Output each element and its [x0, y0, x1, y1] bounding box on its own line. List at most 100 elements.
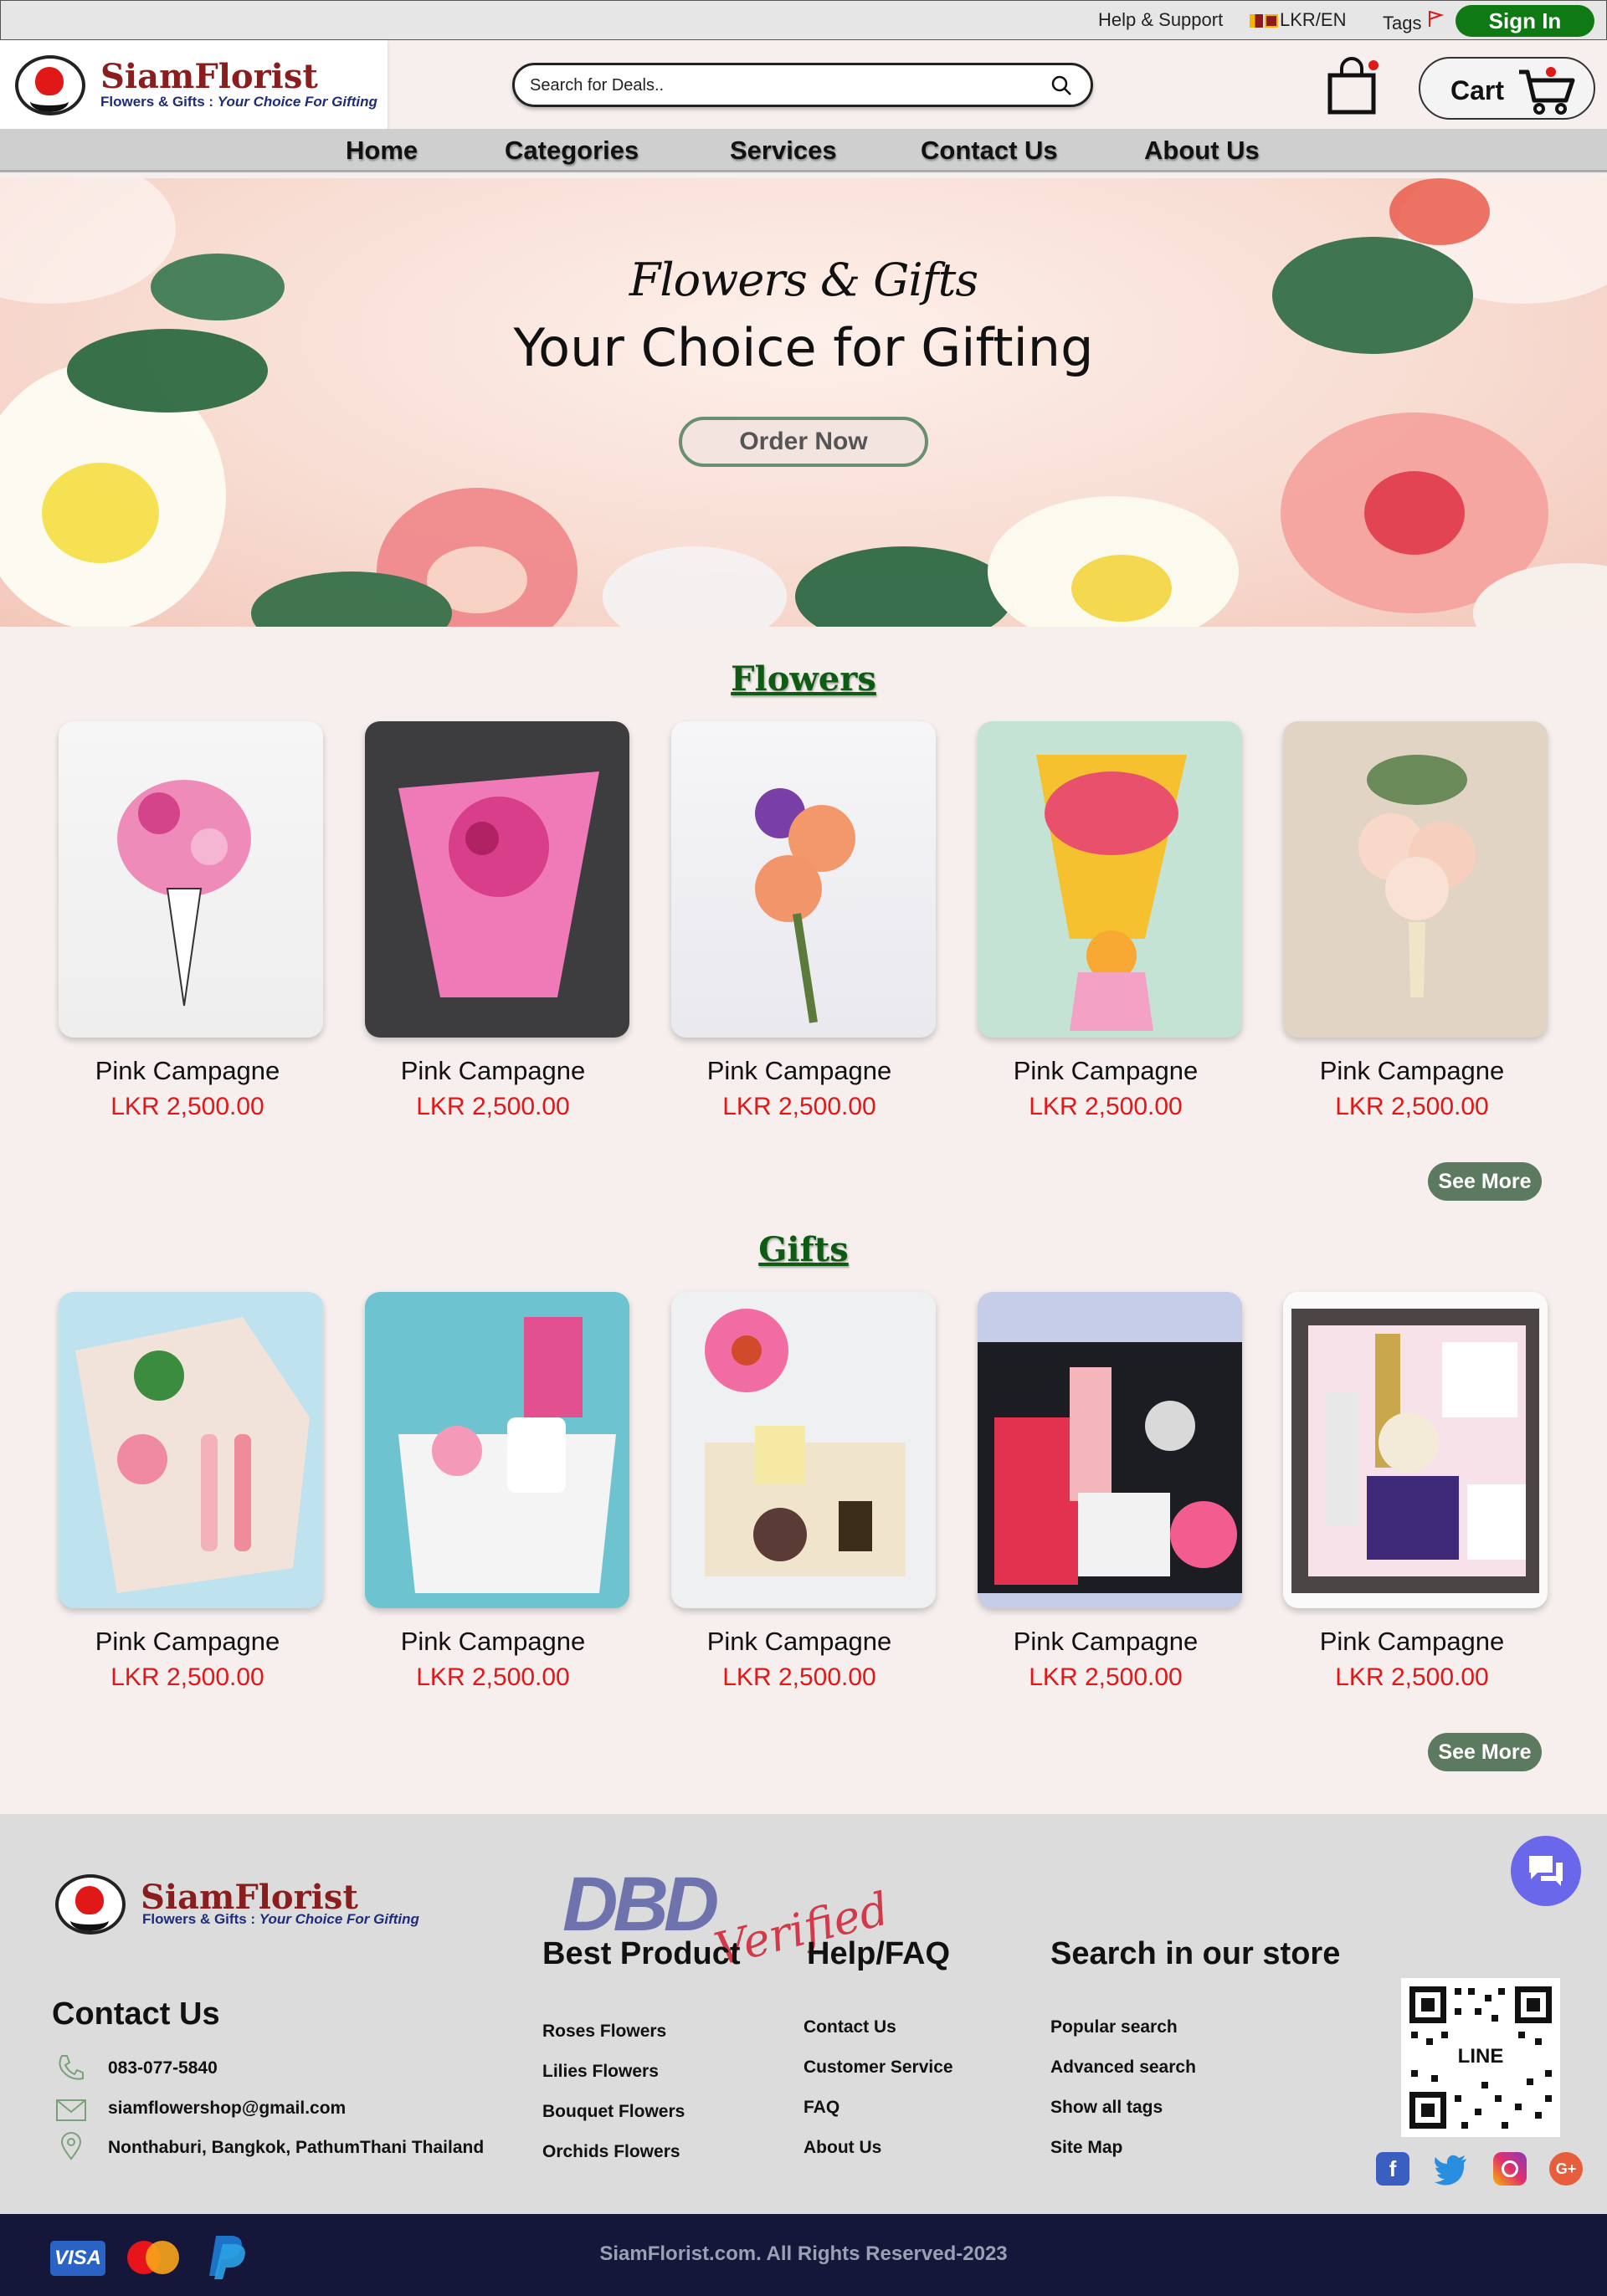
- product-name[interactable]: Pink Campagne: [55, 1056, 320, 1086]
- tagline-prefix: Flowers & Gifts :: [100, 94, 218, 110]
- chat-icon: [1529, 1856, 1563, 1886]
- product-price: LKR 2,500.00: [1029, 1663, 1183, 1691]
- cart-icon: [1519, 67, 1575, 115]
- product-image[interactable]: [365, 1292, 629, 1608]
- product-name[interactable]: Pink Campagne: [1280, 1627, 1544, 1657]
- product-image[interactable]: [1283, 721, 1548, 1038]
- hero-title: Your Choice for Gifting: [513, 317, 1094, 378]
- instagram-icon[interactable]: [1493, 2152, 1527, 2186]
- product-price: LKR 2,500.00: [110, 1663, 264, 1691]
- gifts-section-title: Gifts: [758, 1230, 849, 1269]
- brand-tagline: Flowers & Gifts : Your Choice For Giftin…: [100, 94, 377, 110]
- footer-link[interactable]: Customer Service: [804, 2058, 953, 2078]
- footer-link[interactable]: Lilies Flowers: [542, 2062, 659, 2082]
- shopping-bag-icon[interactable]: [1325, 57, 1379, 115]
- cart-label: Cart: [1450, 75, 1505, 105]
- help-support-link[interactable]: Help & Support: [1098, 9, 1223, 31]
- line-qr-code: LINE: [1401, 1978, 1560, 2137]
- flowers-see-more-button[interactable]: See More: [1428, 1162, 1542, 1201]
- tags-label: Tags: [1383, 13, 1422, 33]
- product-image[interactable]: [1283, 1292, 1548, 1608]
- product-image[interactable]: [978, 1292, 1242, 1608]
- product-name[interactable]: Pink Campagne: [973, 1056, 1238, 1086]
- product-price: LKR 2,500.00: [722, 1663, 876, 1691]
- tagline-prefix: Flowers & Gifts :: [142, 1911, 259, 1927]
- footer-link[interactable]: Advanced search: [1050, 2058, 1196, 2078]
- phone-icon: [59, 2055, 84, 2080]
- contact-email[interactable]: siamflowershop@gmail.com: [108, 2099, 346, 2119]
- site-logo[interactable]: SiamFlorist Flowers & Gifts : Your Choic…: [0, 40, 388, 129]
- tulip-logo-icon: [55, 1874, 126, 1935]
- product-price: LKR 2,500.00: [110, 1093, 264, 1120]
- tagline-italic: Your Choice For Gifting: [259, 1911, 419, 1927]
- footer-link[interactable]: Roses Flowers: [542, 2022, 666, 2042]
- footer-link[interactable]: Bouquet Flowers: [542, 2102, 685, 2122]
- search-icon[interactable]: [1050, 74, 1072, 96]
- floral-illustration: [0, 178, 1607, 627]
- order-now-button[interactable]: Order Now: [679, 417, 928, 467]
- footer-link[interactable]: Orchids Flowers: [542, 2142, 680, 2162]
- product-price: LKR 2,500.00: [416, 1093, 570, 1120]
- product-price: LKR 2,500.00: [416, 1663, 570, 1691]
- best-product-heading: Best Product: [542, 1936, 741, 1971]
- hero-kicker: Flowers & Gifts: [629, 254, 978, 306]
- currency-language-selector[interactable]: LKR/EN: [1250, 9, 1346, 31]
- top-utility-bar: Help & Support LKR/EN Tags Sign In: [0, 0, 1607, 40]
- footer-link[interactable]: Show all tags: [1050, 2098, 1163, 2118]
- location-pin-icon: [60, 2132, 82, 2160]
- nav-services[interactable]: Services: [730, 136, 837, 166]
- product-image[interactable]: [365, 721, 629, 1038]
- gifts-see-more-button[interactable]: See More: [1428, 1733, 1542, 1771]
- product-price: LKR 2,500.00: [1335, 1663, 1489, 1691]
- product-image[interactable]: [671, 721, 936, 1038]
- footer: SiamFlorist Flowers & Gifts : Your Choic…: [0, 1814, 1607, 2214]
- product-name[interactable]: Pink Campagne: [973, 1627, 1238, 1657]
- footer-link[interactable]: Popular search: [1050, 2017, 1178, 2037]
- cart-button[interactable]: Cart: [1419, 57, 1595, 120]
- product-name[interactable]: Pink Campagne: [1280, 1056, 1544, 1086]
- facebook-icon[interactable]: f: [1376, 2152, 1409, 2186]
- product-price: LKR 2,500.00: [722, 1093, 876, 1120]
- product-image[interactable]: [59, 721, 323, 1038]
- product-image[interactable]: [671, 1292, 936, 1608]
- product-name[interactable]: Pink Campagne: [667, 1627, 932, 1657]
- product-name[interactable]: Pink Campagne: [55, 1627, 320, 1657]
- sign-in-button[interactable]: Sign In: [1456, 5, 1594, 37]
- product-price: LKR 2,500.00: [1029, 1093, 1183, 1120]
- product-image[interactable]: [978, 721, 1242, 1038]
- product-price: LKR 2,500.00: [1335, 1093, 1489, 1120]
- contact-phone[interactable]: 083-077-5840: [108, 2058, 218, 2078]
- contact-us-heading: Contact Us: [52, 1996, 220, 2032]
- tulip-logo-icon: [15, 55, 85, 115]
- bottom-bar: VISA SiamFlorist.com. All Rights Reserve…: [0, 2214, 1607, 2296]
- sri-lanka-flag-icon: [1250, 14, 1263, 28]
- nav-home[interactable]: Home: [346, 136, 418, 166]
- google-plus-icon[interactable]: G+: [1549, 2152, 1583, 2186]
- product-image[interactable]: [59, 1292, 323, 1608]
- hero-banner: Flowers & Gifts Your Choice for Gifting …: [0, 178, 1607, 627]
- sri-lanka-flag-icon: [1265, 14, 1278, 28]
- nav-categories[interactable]: Categories: [505, 136, 639, 166]
- search-box: [512, 63, 1093, 107]
- tags-link[interactable]: Tags: [1383, 9, 1444, 34]
- footer-link[interactable]: Contact Us: [804, 2017, 896, 2037]
- product-name[interactable]: Pink Campagne: [667, 1056, 932, 1086]
- nav-contact-us[interactable]: Contact Us: [921, 136, 1058, 166]
- contact-address: Nonthaburi, Bangkok, PathumThani Thailan…: [108, 2138, 485, 2157]
- tagline-italic: Your Choice For Gifting: [217, 94, 377, 110]
- currency-label: LKR/EN: [1280, 9, 1347, 30]
- footer-link[interactable]: About Us: [804, 2138, 881, 2158]
- help-faq-heading: Help/FAQ: [807, 1936, 951, 1971]
- footer-link[interactable]: Site Map: [1050, 2138, 1122, 2158]
- flag-icon: [1428, 11, 1444, 27]
- chat-button[interactable]: [1511, 1836, 1581, 1906]
- main-nav: Home Categories Services Contact Us Abou…: [0, 129, 1607, 172]
- twitter-icon[interactable]: [1433, 2152, 1468, 2186]
- product-name[interactable]: Pink Campagne: [361, 1627, 625, 1657]
- qr-line-label: LINE: [1450, 2043, 1512, 2070]
- mail-icon: [56, 2099, 86, 2121]
- search-input[interactable]: [530, 74, 1032, 97]
- footer-link[interactable]: FAQ: [804, 2098, 839, 2118]
- product-name[interactable]: Pink Campagne: [361, 1056, 625, 1086]
- nav-about-us[interactable]: About Us: [1144, 136, 1260, 166]
